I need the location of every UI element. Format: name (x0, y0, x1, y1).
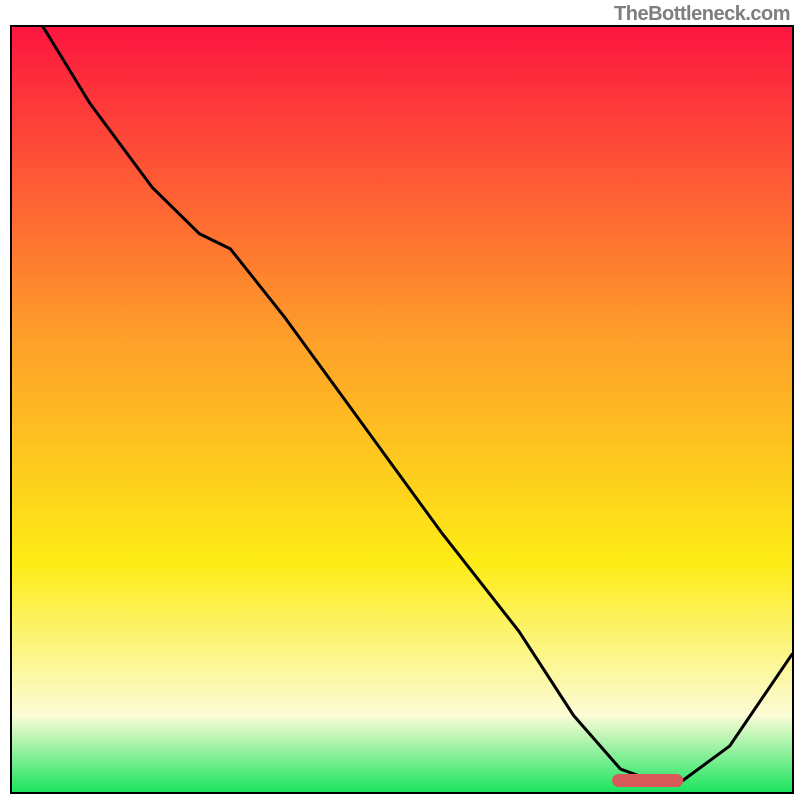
curve-layer (12, 27, 792, 792)
plot-area (10, 25, 794, 794)
bottleneck-curve (43, 27, 792, 781)
chart-root: TheBottleneck.com (0, 0, 800, 800)
highlight-marker (613, 775, 683, 787)
watermark-text: TheBottleneck.com (614, 3, 790, 26)
